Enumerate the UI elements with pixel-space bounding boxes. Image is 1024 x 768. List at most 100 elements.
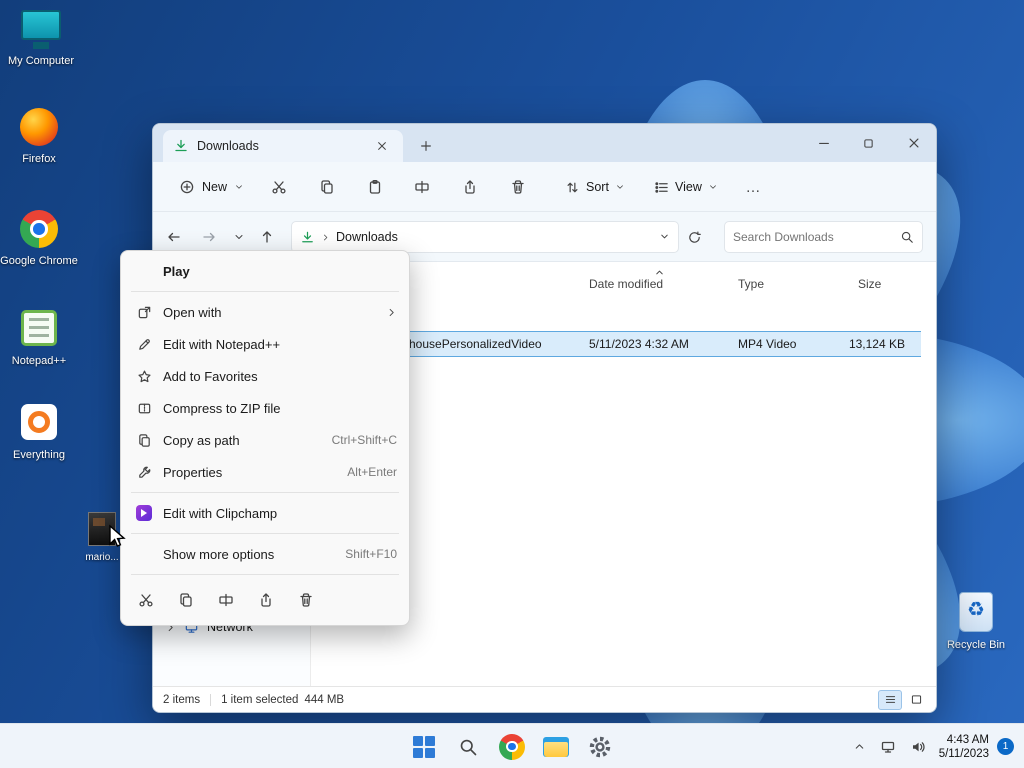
menu-item-open-with[interactable]: Open with <box>121 296 409 328</box>
new-tab-button[interactable] <box>415 135 437 157</box>
thumbnail-view-toggle[interactable] <box>904 690 928 710</box>
ellipsis-icon: … <box>745 178 761 196</box>
context-menu: Play Open with Edit with Notepad++ Add t… <box>120 250 410 626</box>
taskbar-settings-button[interactable] <box>580 728 620 765</box>
menu-item-add-to-favorites[interactable]: Add to Favorites <box>121 360 409 392</box>
start-button[interactable] <box>404 728 444 765</box>
recent-locations-button[interactable] <box>225 223 253 251</box>
tab-bar: Downloads <box>153 124 936 162</box>
items-count: 2 items <box>163 693 201 706</box>
taskbar-search-button[interactable] <box>448 728 488 765</box>
column-header-date-modified[interactable]: Date modified <box>589 277 663 291</box>
breadcrumb[interactable]: Downloads <box>336 230 398 244</box>
tab-title: Downloads <box>197 139 259 153</box>
view-icon <box>655 181 668 193</box>
rename-button[interactable] <box>406 172 438 202</box>
share-icon <box>465 180 475 194</box>
desktop-icon-everything[interactable]: Everything <box>0 402 78 462</box>
menu-item-properties[interactable]: Properties Alt+Enter <box>121 456 409 488</box>
sort-label: Sort <box>586 180 609 194</box>
share-button[interactable] <box>454 172 486 202</box>
refresh-button[interactable] <box>680 223 708 251</box>
notepadpp-icon <box>21 310 57 346</box>
tab-close-button[interactable] <box>371 135 393 157</box>
maximize-icon <box>864 138 873 148</box>
desktop-icon-notepadpp[interactable]: Notepad++ <box>0 308 78 368</box>
minimize-button[interactable] <box>801 124 846 162</box>
menu-separator <box>131 574 399 575</box>
desktop-icon-recycle-bin[interactable]: ♻ Recycle Bin <box>937 592 1015 652</box>
minimize-icon <box>818 142 829 145</box>
rename-button[interactable] <box>210 584 242 616</box>
sort-button[interactable]: Sort <box>557 172 633 202</box>
new-button[interactable]: New <box>169 172 254 202</box>
chevron-down-icon <box>661 234 668 238</box>
circle-plus-icon <box>180 180 194 194</box>
column-header-type[interactable]: Type <box>738 277 764 291</box>
menu-separator <box>131 533 399 534</box>
maximize-button[interactable] <box>846 124 891 162</box>
search-icon <box>901 231 913 243</box>
close-icon <box>378 142 386 150</box>
close-window-button[interactable] <box>891 124 936 162</box>
delete-button[interactable] <box>290 584 322 616</box>
clock-date: 5/11/2023 <box>938 747 989 760</box>
details-view-toggle[interactable] <box>878 689 902 710</box>
column-header-size[interactable]: Size <box>858 277 881 291</box>
taskbar-chrome-button[interactable] <box>492 728 532 765</box>
back-button[interactable] <box>160 223 188 251</box>
search-box[interactable] <box>724 221 923 253</box>
details-view-icon <box>885 696 895 703</box>
more-options-button[interactable]: … <box>737 172 769 202</box>
chevron-up-icon <box>855 744 863 749</box>
menu-item-copy-as-path[interactable]: Copy as path Ctrl+Shift+C <box>121 424 409 456</box>
desktop-icon-firefox[interactable]: Firefox <box>0 106 78 166</box>
desktop-icon-label: Notepad++ <box>11 355 67 367</box>
menu-item-show-more-options[interactable]: Show more options Shift+F10 <box>121 538 409 570</box>
thumbnail-view-icon <box>911 695 921 704</box>
rename-icon <box>415 180 429 194</box>
arrow-up-icon <box>262 231 272 243</box>
address-dropdown-button[interactable] <box>659 230 670 245</box>
system-tray: 4:43 AM 5/11/2023 1 <box>848 724 1024 768</box>
cut-icon <box>139 594 153 607</box>
menu-item-compress-zip[interactable]: Compress to ZIP file <box>121 392 409 424</box>
notification-badge[interactable]: 1 <box>997 738 1014 755</box>
view-button[interactable]: View <box>646 172 726 202</box>
cut-button[interactable] <box>130 584 162 616</box>
taskbar-clock[interactable]: 4:43 AM 5/11/2023 <box>935 733 993 761</box>
forward-button[interactable] <box>195 223 223 251</box>
taskbar-file-explorer-button[interactable] <box>536 728 576 765</box>
paste-button[interactable] <box>359 172 391 202</box>
star-icon <box>137 370 151 382</box>
menu-item-edit-with-notepadpp[interactable]: Edit with Notepad++ <box>121 328 409 360</box>
menu-item-edit-with-clipchamp[interactable]: Edit with Clipchamp <box>121 497 409 529</box>
tab-downloads[interactable]: Downloads <box>163 130 403 162</box>
file-date-modified: 5/11/2023 4:32 AM <box>589 337 689 351</box>
zip-icon <box>138 403 150 413</box>
network-icon <box>881 741 894 753</box>
cut-button[interactable] <box>263 172 295 202</box>
address-bar[interactable]: Downloads <box>291 221 679 253</box>
desktop-icon-label: My Computer <box>7 55 75 67</box>
chevron-down-icon <box>236 185 242 189</box>
volume-tray-button[interactable] <box>905 730 931 764</box>
desktop-icon-label: Firefox <box>22 153 56 165</box>
clock-time: 4:43 AM <box>946 733 989 746</box>
copy-button[interactable] <box>170 584 202 616</box>
share-button[interactable] <box>250 584 282 616</box>
chevron-down-icon <box>235 235 243 239</box>
my-computer-icon <box>21 10 61 40</box>
network-tray-button[interactable] <box>875 730 901 764</box>
desktop-icon-my-computer[interactable]: My Computer <box>2 8 80 68</box>
up-button[interactable] <box>253 223 281 251</box>
selection-count: 1 item selected <box>221 693 299 706</box>
file-type: MP4 Video <box>738 337 797 351</box>
copy-button[interactable] <box>311 172 343 202</box>
search-input[interactable] <box>733 230 900 244</box>
clipchamp-icon <box>136 505 152 521</box>
tray-overflow-button[interactable] <box>848 730 871 764</box>
delete-button[interactable] <box>502 172 534 202</box>
desktop-icon-google-chrome[interactable]: Google Chrome <box>0 208 78 268</box>
menu-item-play[interactable]: Play <box>121 255 409 287</box>
